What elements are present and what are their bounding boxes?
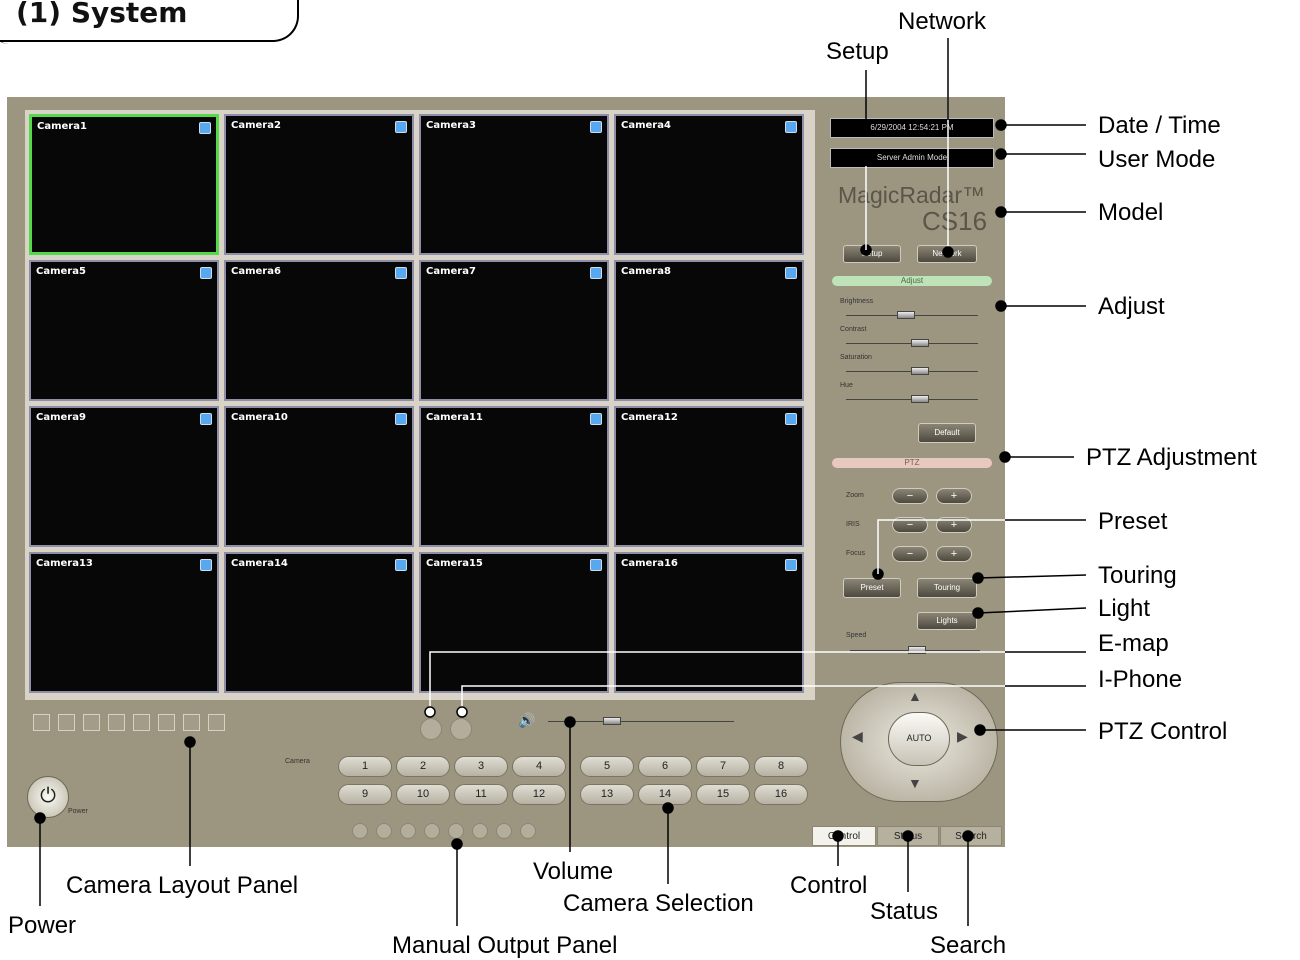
callout-lines: [34, 38, 1087, 926]
